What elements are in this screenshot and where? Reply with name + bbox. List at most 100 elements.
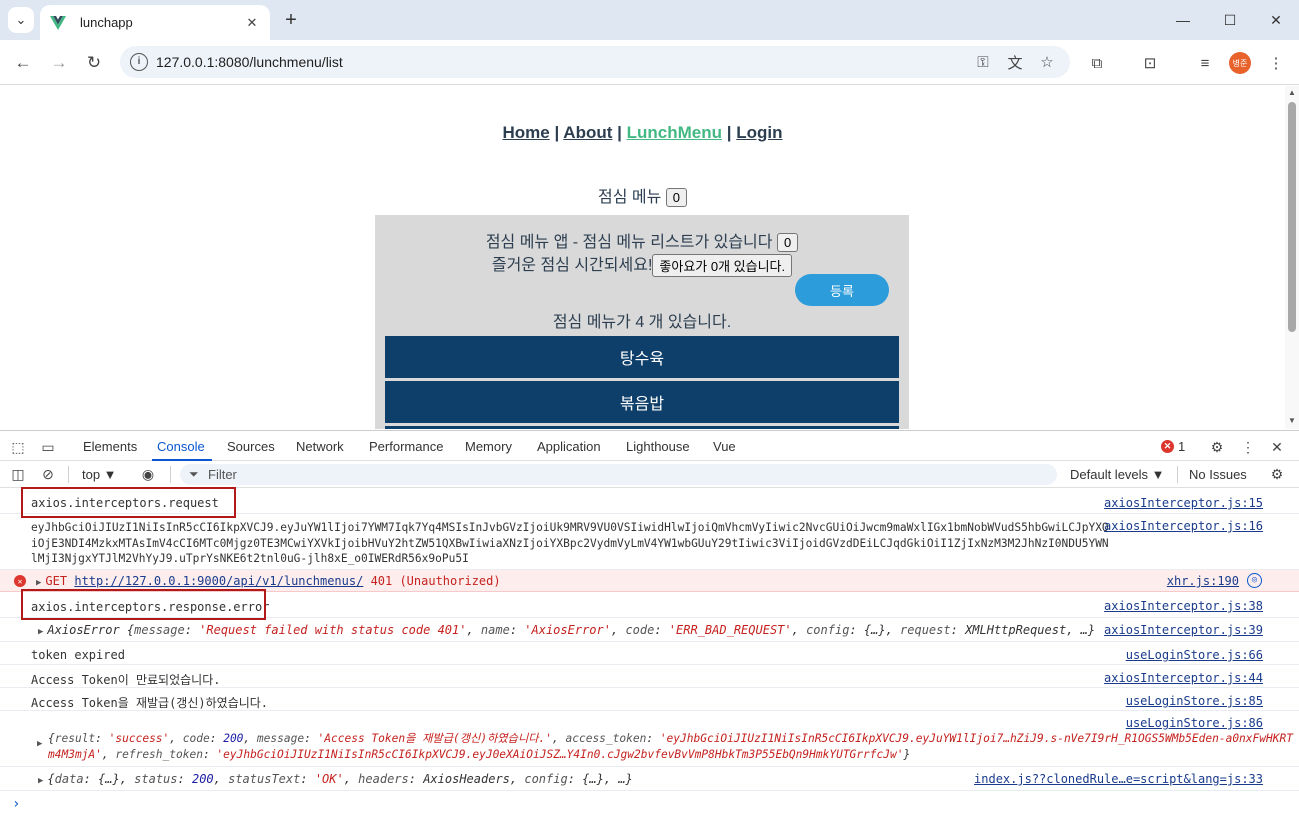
nav-login-link[interactable]: Login (736, 123, 782, 142)
axios-response-object[interactable]: ▶ {data: {…}, status: 200, statusText: 'O… (38, 772, 633, 786)
error-badge-icon[interactable]: ✕ (1161, 440, 1174, 453)
issues-button[interactable]: No Issues (1189, 467, 1247, 482)
devtools-tab-bar: ⬚ ▭ Elements Console Sources Network Per… (0, 430, 1299, 461)
divider (68, 466, 69, 483)
source-link[interactable]: xhr.js:190 (1167, 574, 1239, 588)
maximize-icon[interactable]: ☐ (1218, 8, 1242, 32)
vue-logo-icon (50, 15, 66, 30)
request-method: GET (45, 574, 68, 588)
filter-placeholder: Filter (208, 467, 237, 482)
console-message: eyJhbGciOiJIUzI1NiIsInR5cCI6IkpXVCJ9.eyJ… (31, 521, 1109, 565)
tab-performance[interactable]: Performance (369, 439, 443, 454)
log-levels-select[interactable]: Default levels ▼ (1070, 467, 1165, 482)
expand-arrow-icon[interactable]: ▶ (37, 739, 42, 749)
tab-search-chevron-icon[interactable]: ⌄ (8, 7, 34, 33)
source-link[interactable]: useLoginStore.js:66 (1126, 648, 1263, 662)
filter-input[interactable]: ⏷ Filter (180, 464, 1057, 485)
settings-gear-icon[interactable]: ⚙ (1207, 437, 1227, 457)
new-tab-icon[interactable]: + (280, 9, 302, 31)
nav-about-link[interactable]: About (563, 123, 612, 142)
back-icon[interactable]: ← (10, 50, 36, 76)
nav-lunchmenu-link[interactable]: LunchMenu (627, 123, 722, 142)
scroll-down-icon[interactable]: ▼ (1288, 416, 1296, 425)
tab-title: lunchapp (80, 15, 133, 30)
console-row: Access Token을 재발급(갱신)하였습니다. useLoginStor… (0, 688, 1299, 711)
context-select[interactable]: top ▼ (82, 467, 117, 482)
address-bar[interactable]: i 127.0.0.1:8080/lunchmenu/list ⚿ 文 ☆ (120, 46, 1070, 78)
tab-elements[interactable]: Elements (83, 439, 137, 454)
menu-item[interactable]: 볶음밥 (385, 381, 899, 423)
close-window-icon[interactable]: ✕ (1264, 8, 1288, 32)
request-url-link[interactable]: http://127.0.0.1:9000/api/v1/lunchmenus/ (74, 574, 363, 588)
panel-subtitle-text: 즐거운 점심 시간되세요! (491, 257, 653, 274)
tab-network[interactable]: Network (296, 439, 344, 454)
divider (1177, 466, 1178, 483)
sidebar-toggle-icon[interactable]: ◫ (8, 464, 28, 484)
console-row: ▶ AxiosError {message: 'Request failed wi… (0, 618, 1299, 642)
tab-sources[interactable]: Sources (227, 439, 275, 454)
extensions-icon[interactable]: ⧉ (1085, 51, 1109, 75)
menu-item[interactable] (385, 426, 899, 429)
menu-count-text: 점심 메뉴가 4 개 있습니다. (552, 314, 732, 331)
close-tab-icon[interactable]: ✕ (242, 13, 262, 33)
panel-count-button[interactable]: 0 (776, 233, 799, 253)
close-devtools-icon[interactable]: ✕ (1267, 437, 1287, 457)
tab-console[interactable]: Console (157, 439, 205, 454)
browser-toolbar: ← → ↻ i 127.0.0.1:8080/lunchmenu/list ⚿ … (0, 40, 1299, 85)
console-settings-icon[interactable]: ⚙ (1267, 464, 1287, 484)
bookmark-star-icon[interactable]: ☆ (1037, 52, 1057, 72)
reload-icon[interactable]: ↻ (81, 50, 107, 76)
live-expression-eye-icon[interactable]: ◉ (138, 464, 158, 484)
source-link[interactable]: useLoginStore.js:86 (1126, 716, 1263, 730)
inspect-element-icon[interactable]: ⬚ (8, 437, 28, 457)
media-queue-icon[interactable]: ≡ (1193, 51, 1217, 75)
tab-lighthouse[interactable]: Lighthouse (626, 439, 690, 454)
nav-separator: | (554, 123, 560, 142)
clear-console-icon[interactable]: ⊘ (38, 464, 58, 484)
like-button[interactable]: 좋아요가 0개 있습니다. (652, 254, 793, 278)
menu-heading-text: 점심 메뉴 (597, 189, 662, 206)
console-message: ▶ GET http://127.0.0.1:9000/api/v1/lunchm… (36, 574, 501, 588)
scroll-thumb[interactable] (1288, 102, 1296, 332)
scroll-up-icon[interactable]: ▲ (1288, 88, 1296, 97)
browser-tab[interactable]: lunchapp ✕ (40, 5, 270, 40)
device-toolbar-icon[interactable]: ▭ (38, 437, 58, 457)
source-link[interactable]: axiosInterceptor.js:39 (1104, 623, 1263, 637)
console-row: eyJhbGciOiJIUzI1NiIsInR5cCI6IkpXVCJ9.eyJ… (0, 514, 1299, 570)
console-prompt-icon[interactable]: › (12, 796, 20, 812)
error-count[interactable]: 1 (1178, 439, 1185, 454)
menu-heading: 점심 메뉴 0 (0, 183, 1285, 208)
password-key-icon[interactable]: ⚿ (973, 52, 993, 72)
page-scrollbar[interactable]: ▲ ▼ (1285, 86, 1299, 429)
tab-application[interactable]: Application (537, 439, 601, 454)
source-link[interactable]: useLoginStore.js:85 (1126, 694, 1263, 708)
expand-arrow-icon[interactable]: ▶ (36, 578, 41, 588)
url-text[interactable]: 127.0.0.1:8080/lunchmenu/list (156, 54, 343, 70)
register-button[interactable]: 등록 (795, 274, 889, 306)
source-link[interactable]: axiosInterceptor.js:15 (1104, 496, 1263, 510)
nav-home-link[interactable]: Home (502, 123, 549, 142)
console-row: useLoginStore.js:86 ▶ {result: 'success'… (0, 711, 1299, 767)
source-link[interactable]: axiosInterceptor.js:38 (1104, 599, 1263, 613)
source-link[interactable]: axiosInterceptor.js:16 (1104, 519, 1263, 533)
site-info-icon[interactable]: i (130, 53, 148, 71)
translate-icon[interactable]: 文 (1005, 52, 1025, 72)
screen-capture-icon[interactable]: ⊡ (1138, 51, 1162, 75)
expand-arrow-icon[interactable]: ▶ (38, 627, 43, 637)
token-response-object[interactable]: {result: 'success', code: 200, message: … (48, 731, 1298, 762)
tab-vue[interactable]: Vue (713, 439, 736, 454)
source-link[interactable]: axiosInterceptor.js:44 (1104, 671, 1263, 685)
network-globe-icon[interactable]: ◎ (1247, 573, 1262, 588)
menu-kebab-icon[interactable]: ⋮ (1264, 51, 1288, 75)
forward-icon[interactable]: → (46, 50, 72, 76)
devtools-menu-icon[interactable]: ⋮ (1238, 437, 1258, 457)
tab-memory[interactable]: Memory (465, 439, 512, 454)
profile-avatar[interactable]: 병준 (1229, 52, 1251, 74)
expand-arrow-icon[interactable]: ▶ (38, 776, 43, 786)
minimize-icon[interactable]: — (1171, 8, 1195, 32)
axios-error-object[interactable]: ▶ AxiosError {message: 'Request failed wi… (38, 623, 1095, 637)
menu-item[interactable]: 탕수육 (385, 336, 899, 378)
source-link[interactable]: index.js??clonedRule…e=script&lang=js:33 (974, 772, 1263, 786)
lunch-menu-panel: 점심 메뉴 앱 - 점심 메뉴 리스트가 있습니다 0 즐거운 점심 시간되세요… (375, 215, 909, 429)
menu-count-button[interactable]: 0 (665, 188, 687, 208)
